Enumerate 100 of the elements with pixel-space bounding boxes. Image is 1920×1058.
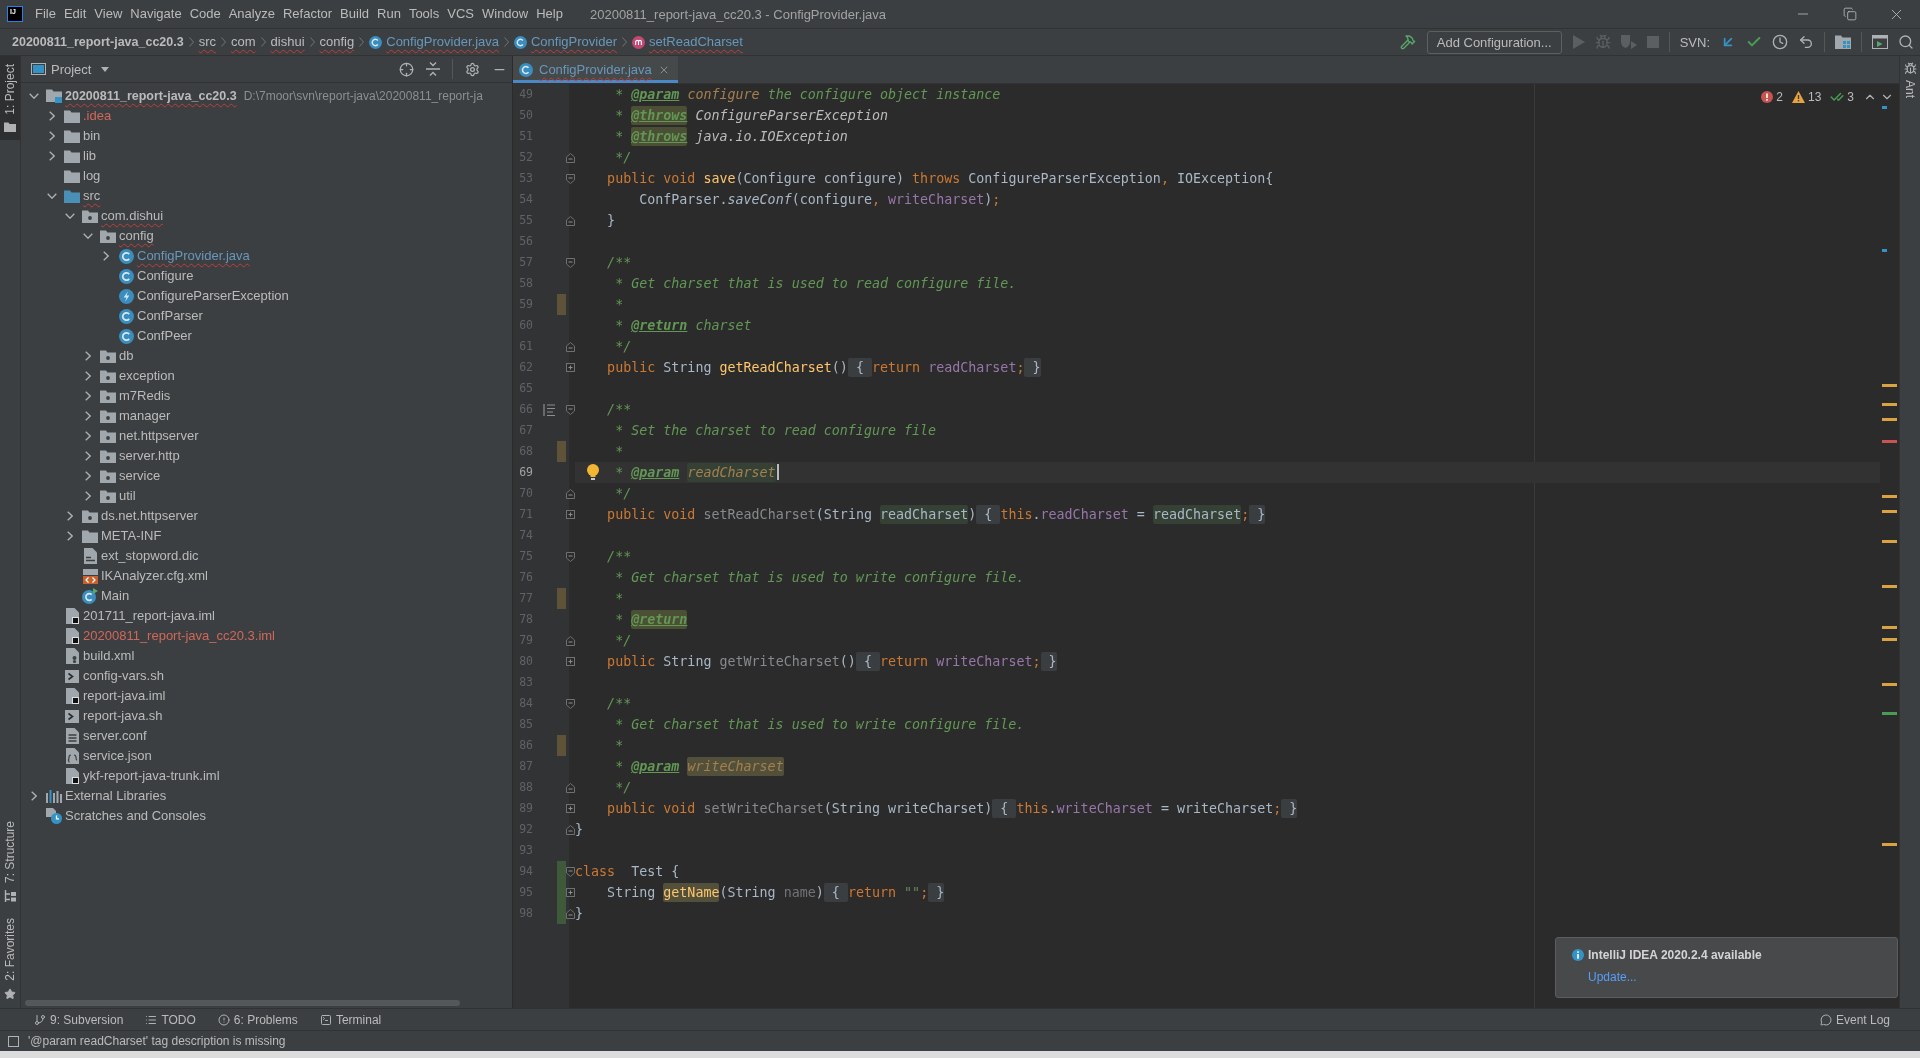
collapse-all-icon[interactable]	[426, 62, 440, 76]
breadcrumb[interactable]: dishui	[270, 31, 305, 53]
chevron-right-icon[interactable]	[85, 471, 91, 481]
menu-item[interactable]: Run	[373, 4, 405, 24]
tree-item[interactable]: External Libraries	[65, 786, 167, 806]
doc-lines-icon[interactable]	[543, 403, 555, 416]
fold-marker-icon[interactable]	[566, 908, 575, 919]
fold-marker-icon[interactable]	[566, 551, 575, 562]
fold-marker-icon[interactable]	[566, 341, 575, 352]
chevron-right-icon[interactable]	[85, 411, 91, 421]
crosshair-icon[interactable]	[399, 61, 414, 77]
menu-item[interactable]: Window	[477, 4, 533, 24]
chevron-right-icon[interactable]	[49, 111, 55, 121]
fold-marker-icon[interactable]	[566, 173, 575, 184]
tool-window-button[interactable]: 9: Subversion	[34, 1012, 124, 1027]
hammer-icon[interactable]	[1399, 34, 1416, 50]
tree-item[interactable]: com.dishui	[101, 206, 164, 226]
chevron-down-icon[interactable]	[83, 233, 93, 239]
horizontal-scrollbar[interactable]	[25, 1000, 460, 1006]
menu-item[interactable]: Help	[532, 4, 567, 24]
chevron-down-icon[interactable]	[29, 93, 39, 99]
chevron-down-icon[interactable]	[47, 193, 57, 199]
tree-item[interactable]: Configure	[137, 266, 194, 286]
expand-marker-icon[interactable]	[566, 888, 575, 897]
event-log-button[interactable]: Event Log	[1819, 1012, 1890, 1027]
tool-window-tab[interactable]: 7: Structure	[0, 813, 20, 911]
breadcrumb[interactable]: ConfigProvider	[514, 31, 617, 53]
chevron-right-icon[interactable]	[67, 511, 73, 521]
breadcrumb[interactable]: src	[198, 31, 216, 53]
tree-item[interactable]: exception	[119, 366, 175, 386]
tree-item[interactable]: server.conf	[83, 726, 147, 746]
menu-item[interactable]: Refactor	[278, 4, 337, 24]
expand-marker-icon[interactable]	[566, 804, 575, 813]
tool-window-tab[interactable]: Ant	[1900, 56, 1920, 104]
chevron-right-icon[interactable]	[85, 431, 91, 441]
chevron-right-icon[interactable]	[49, 151, 55, 161]
breadcrumb[interactable]: com	[231, 31, 256, 53]
tree-item[interactable]: ds.net.httpserver	[101, 506, 198, 526]
tree-item[interactable]: build.xml	[83, 646, 135, 666]
tree-item[interactable]: config	[119, 226, 154, 246]
fold-marker-icon[interactable]	[566, 215, 575, 226]
fold-marker-icon[interactable]	[566, 866, 575, 877]
menu-item[interactable]: Build	[336, 4, 373, 24]
chevron-right-icon[interactable]	[85, 351, 91, 361]
tree-item[interactable]: Main	[101, 586, 130, 606]
clock-icon[interactable]	[1772, 34, 1788, 50]
settings-icon[interactable]	[465, 61, 480, 77]
window-icon[interactable]	[1872, 35, 1888, 49]
tree-item[interactable]: lib	[83, 146, 96, 166]
tree-item[interactable]: ext_stopword.dic	[101, 546, 199, 566]
fold-marker-icon[interactable]	[566, 824, 575, 835]
chevron-right-icon[interactable]	[103, 251, 109, 261]
tree-item[interactable]: report-java.sh	[83, 706, 163, 726]
tree-item[interactable]: src	[83, 186, 101, 206]
tree-item[interactable]: 20200811_report-java_cc20.3	[65, 86, 237, 106]
tree-item[interactable]: bin	[83, 126, 101, 146]
chevron-right-icon[interactable]	[31, 791, 37, 801]
tree-item[interactable]: net.httpserver	[119, 426, 199, 446]
chevron-down-icon[interactable]	[65, 213, 75, 219]
tool-window-button[interactable]: TODO	[145, 1012, 196, 1027]
tree-item[interactable]: config-vars.sh	[83, 666, 164, 686]
menu-item[interactable]: Code	[185, 4, 225, 24]
tree-item[interactable]: .idea	[83, 106, 112, 126]
tree-item[interactable]: m7Redis	[119, 386, 171, 406]
tree-item[interactable]: 20200811_report-java_cc20.3.iml	[83, 626, 275, 646]
menu-item[interactable]: Analyze	[224, 4, 279, 24]
menu-item[interactable]: VCS	[443, 4, 478, 24]
fold-marker-icon[interactable]	[566, 635, 575, 646]
breadcrumb[interactable]: config	[319, 31, 355, 53]
undo-icon[interactable]	[1798, 34, 1814, 50]
chevron-right-icon[interactable]	[67, 531, 73, 541]
tree-item[interactable]: manager	[119, 406, 171, 426]
tree-item[interactable]: service	[119, 466, 161, 486]
tree-item[interactable]: util	[119, 486, 136, 506]
fold-marker-icon[interactable]	[566, 488, 575, 499]
folder-grid-icon[interactable]	[1835, 35, 1851, 49]
chevron-right-icon[interactable]	[85, 451, 91, 461]
fold-marker-icon[interactable]	[566, 152, 575, 163]
breadcrumb[interactable]: ConfigProvider.java	[369, 31, 499, 53]
tree-item[interactable]: ConfigProvider.java	[137, 246, 250, 266]
expand-marker-icon[interactable]	[566, 657, 575, 666]
tree-item[interactable]: ConfigureParserException	[137, 286, 289, 306]
tree-item[interactable]: db	[119, 346, 134, 366]
lightbulb-icon[interactable]	[587, 464, 599, 480]
add-configuration-button[interactable]: Add Configuration...	[1426, 30, 1562, 54]
menu-item[interactable]: File	[31, 4, 60, 24]
menu-item[interactable]: Edit	[59, 4, 91, 24]
chevron-right-icon[interactable]	[85, 491, 91, 501]
tool-window-tab[interactable]: 1: Project	[0, 56, 20, 140]
editor-tab[interactable]: ConfigProvider.java	[513, 56, 678, 83]
fold-marker-icon[interactable]	[566, 257, 575, 268]
update-link[interactable]: Update...	[1588, 970, 1637, 984]
tree-item[interactable]: IKAnalyzer.cfg.xml	[101, 566, 208, 586]
menu-item[interactable]: Tools	[404, 4, 444, 24]
square-icon[interactable]	[8, 1035, 19, 1047]
chevron-right-icon[interactable]	[49, 131, 55, 141]
tree-item[interactable]: 201711_report-java.iml	[83, 606, 215, 626]
fold-marker-icon[interactable]	[566, 698, 575, 709]
menu-item[interactable]: Navigate	[126, 4, 186, 24]
expand-marker-icon[interactable]	[566, 510, 575, 519]
